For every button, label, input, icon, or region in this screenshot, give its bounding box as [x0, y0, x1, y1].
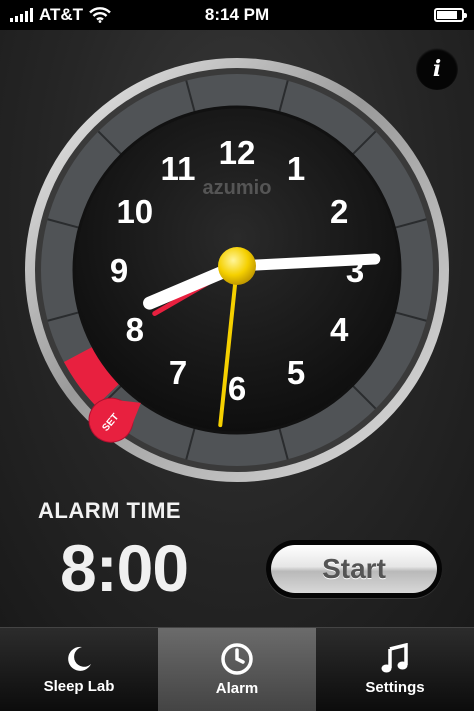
status-left: AT&T — [10, 5, 111, 25]
signal-icon — [10, 8, 33, 22]
tab-label: Settings — [365, 679, 425, 696]
status-bar: AT&T 8:14 PM — [0, 0, 474, 30]
music-note-icon — [381, 643, 408, 673]
clock-number: 2 — [330, 193, 348, 230]
start-button-label: Start — [271, 545, 437, 593]
moon-icon — [68, 646, 91, 671]
clock-number: 11 — [161, 150, 196, 187]
center-knob — [218, 247, 256, 285]
clock-number: 5 — [287, 354, 305, 391]
clock-number: 8 — [126, 311, 144, 348]
clock-number: 9 — [110, 252, 128, 289]
battery-icon — [434, 8, 467, 22]
clock-number: 4 — [330, 311, 349, 348]
clock-number: 1 — [287, 150, 305, 187]
tab-alarm[interactable]: Alarm — [158, 628, 316, 711]
tab-sleep-lab[interactable]: Sleep Lab — [0, 628, 158, 711]
wifi-icon — [89, 7, 111, 23]
clock-number: 7 — [169, 354, 187, 391]
clock-dial: azumio 12 1234567891011 SET — [25, 58, 449, 482]
clock-number: 10 — [116, 193, 153, 230]
start-button[interactable]: Start — [266, 540, 442, 598]
carrier-label: AT&T — [39, 5, 84, 24]
clock-number: 6 — [228, 370, 246, 407]
alarm-time-value: 8:00 — [60, 531, 189, 605]
tab-label: Alarm — [215, 680, 259, 697]
tab-settings[interactable]: Settings — [316, 628, 474, 711]
clock-icon — [221, 643, 253, 675]
minute-hand — [231, 253, 381, 272]
brand-logo: azumio — [203, 177, 272, 199]
tab-bar: Sleep Lab Alarm Settings — [0, 627, 474, 711]
clock-number: 12 — [219, 134, 256, 171]
tab-label: Sleep Lab — [43, 678, 115, 695]
alarm-time-label: ALARM TIME — [38, 498, 182, 523]
